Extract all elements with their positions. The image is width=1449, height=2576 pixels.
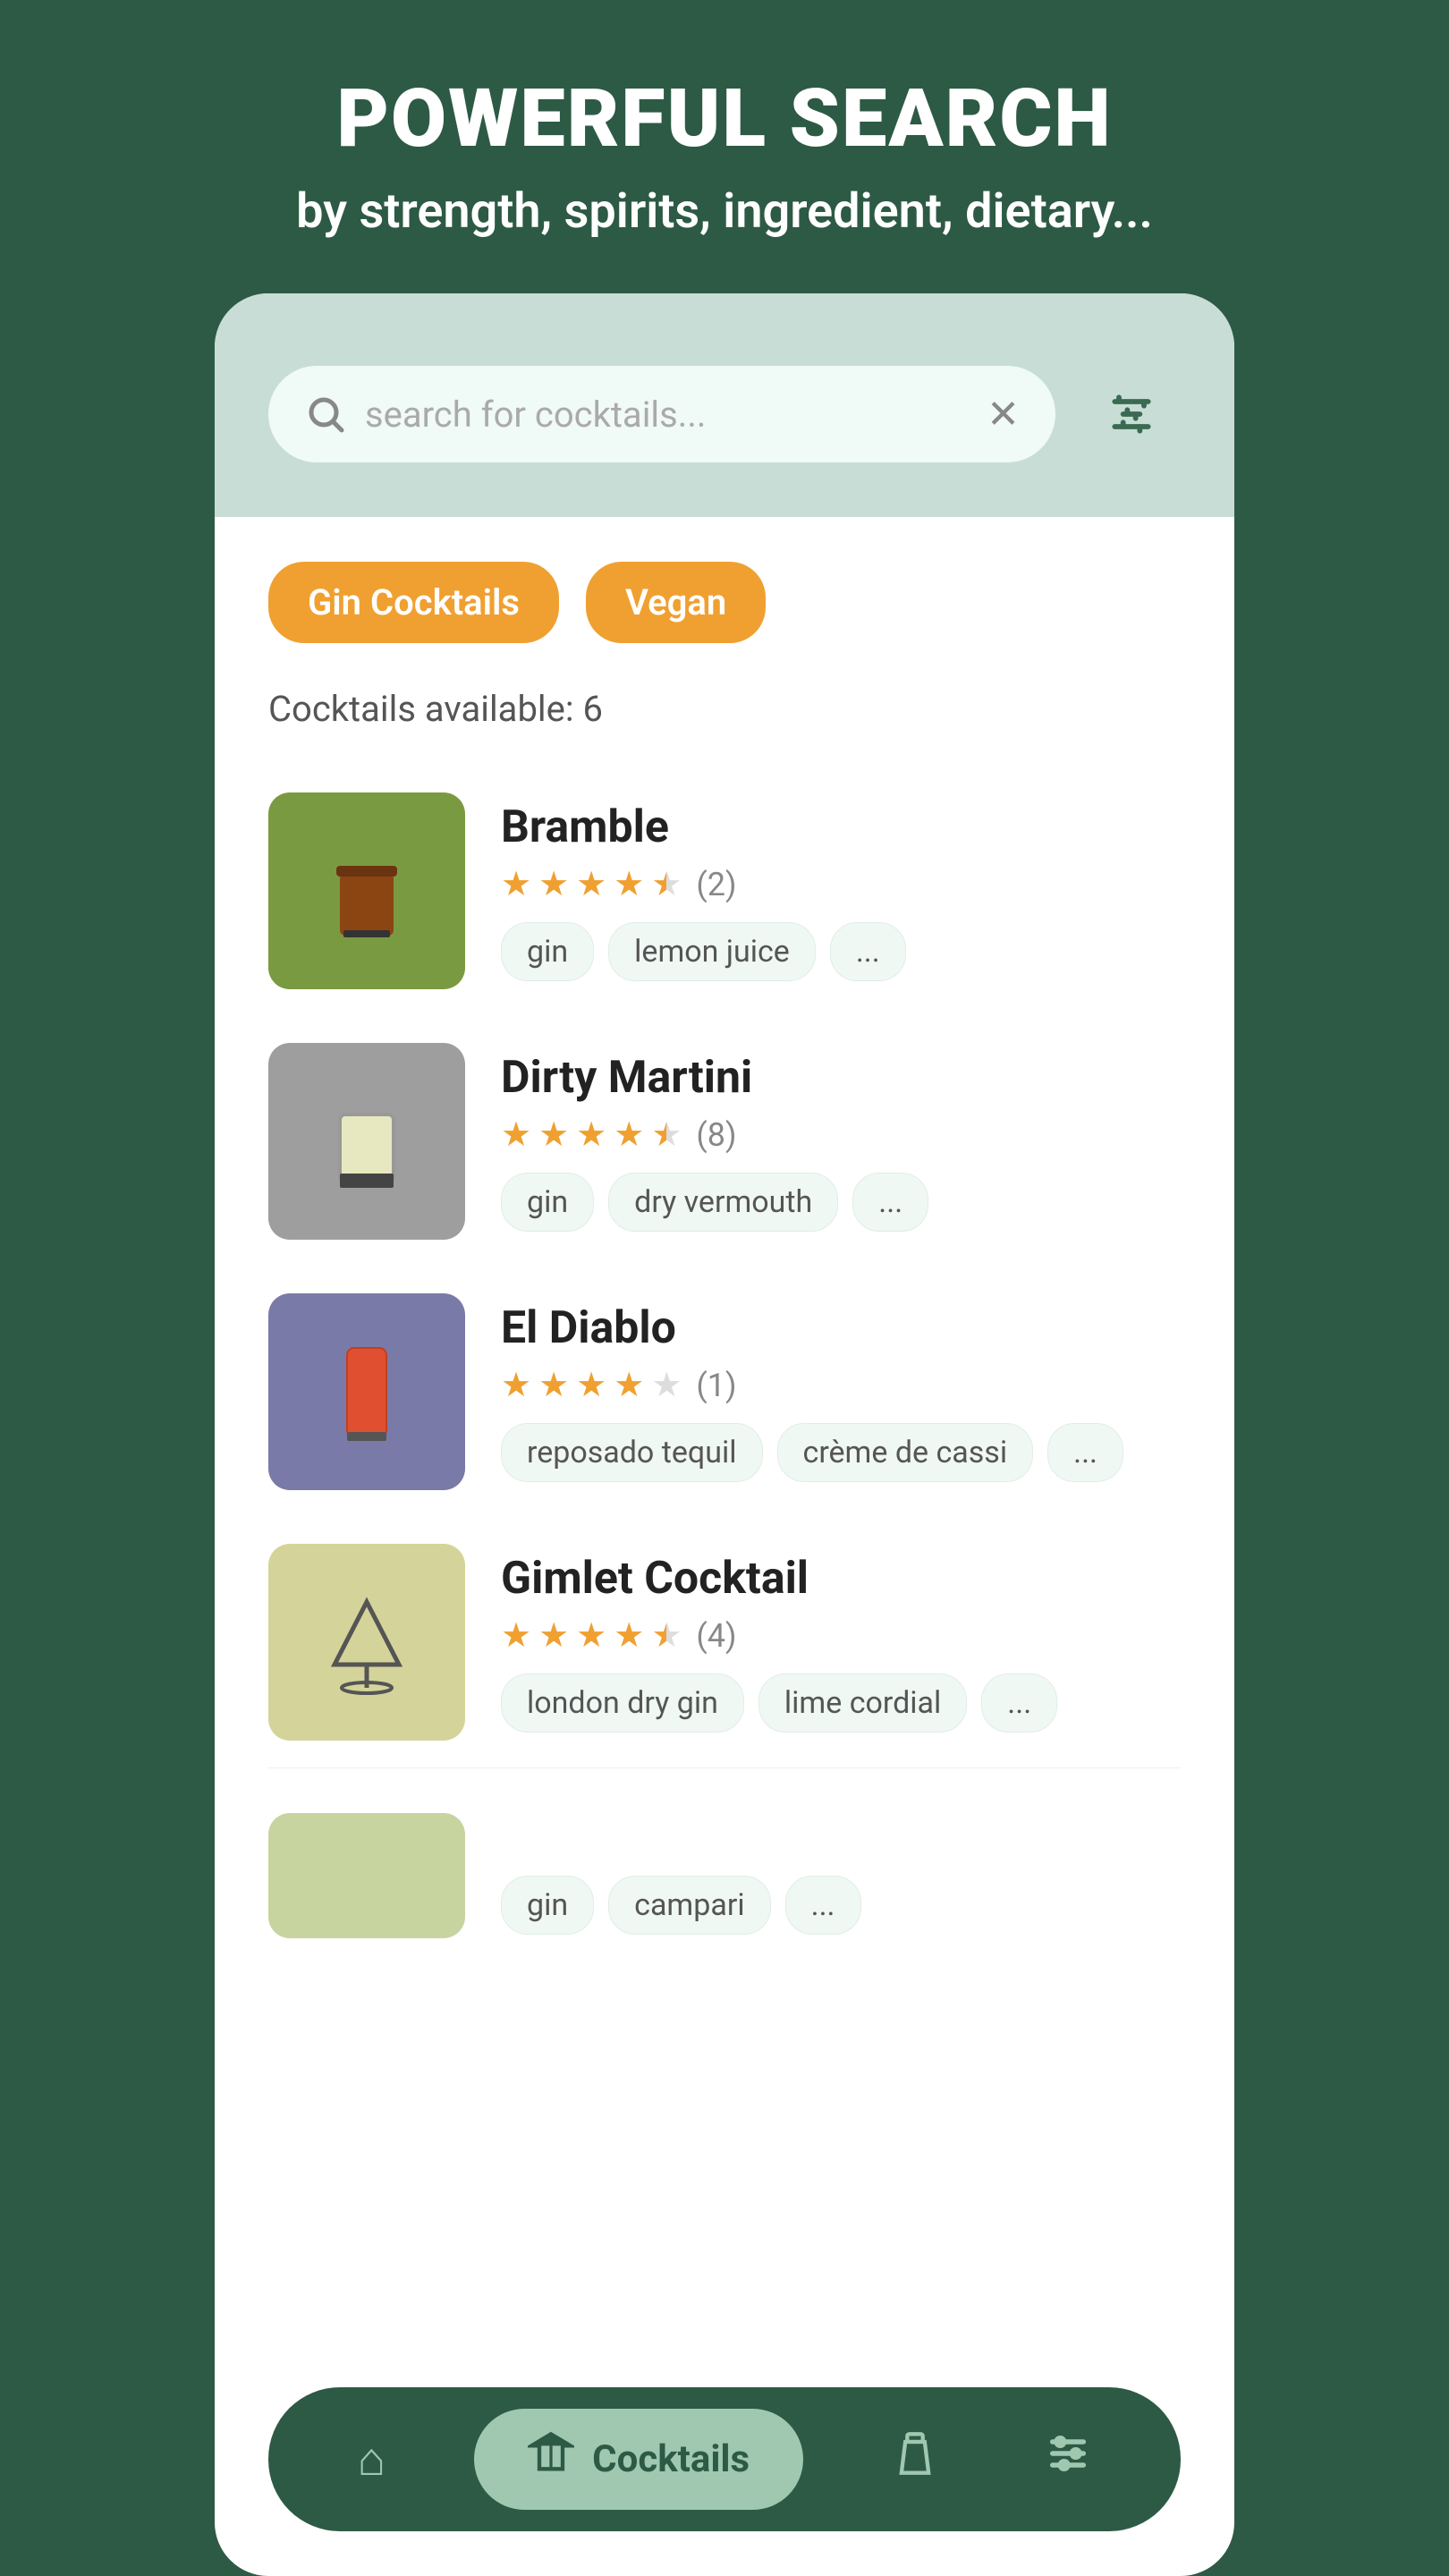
nav-item-filter[interactable] — [1027, 2412, 1109, 2506]
star-3: ★ — [576, 1615, 606, 1656]
star-3: ★ — [576, 864, 606, 904]
rating-count: (4) — [696, 1617, 736, 1655]
cocktail-info-bramble: Bramble ★ ★ ★ ★ ★ (2) gin lemon juice ..… — [501, 792, 1181, 981]
stars-row: ★ ★ ★ ★ ★ (2) — [501, 864, 1181, 904]
nav-item-spirits[interactable] — [874, 2412, 956, 2506]
main-title: POWERFUL SEARCH — [36, 72, 1413, 165]
tags-row: Gin Cocktails Vegan — [268, 562, 1181, 643]
rating-count: (8) — [696, 1116, 736, 1154]
search-input[interactable]: search for cocktails... — [365, 394, 969, 436]
rating-count: (2) — [696, 866, 736, 903]
sub-title: by strength, spirits, ingredient, dietar… — [36, 183, 1413, 240]
cocktail-thumbnail-dirty-martini — [268, 1043, 465, 1240]
ingredient-tag: crème de cassi — [777, 1423, 1034, 1482]
star-3: ★ — [576, 1114, 606, 1155]
star-4: ★ — [614, 864, 644, 904]
star-4: ★ — [614, 1615, 644, 1656]
filter-button[interactable] — [1082, 365, 1181, 463]
list-item[interactable]: Dirty Martini ★ ★ ★ ★ ★ (8) gin dry verm… — [268, 1016, 1181, 1267]
ingredient-tag: gin — [501, 1876, 594, 1935]
cocktail-thumbnail-bramble — [268, 792, 465, 989]
star-2: ★ — [538, 1365, 569, 1405]
star-1: ★ — [501, 1114, 531, 1155]
list-item[interactable]: El Diablo ★ ★ ★ ★ ★ (1) reposado tequil … — [268, 1267, 1181, 1517]
header-section: POWERFUL SEARCH by strength, spirits, in… — [0, 0, 1449, 293]
home-icon: ⌂ — [358, 2432, 386, 2487]
ingredient-tag: gin — [501, 1173, 594, 1232]
cocktail-name: Gimlet Cocktail — [501, 1553, 1181, 1605]
search-bar[interactable]: search for cocktails... ✕ — [268, 366, 1055, 462]
cocktail-thumbnail-gimlet — [268, 1544, 465, 1741]
cocktail-name: El Diablo — [501, 1302, 1181, 1354]
ingredient-tag: reposado tequil — [501, 1423, 763, 1482]
ingredient-tag: london dry gin — [501, 1674, 744, 1733]
cocktail-info-dirty-martini: Dirty Martini ★ ★ ★ ★ ★ (8) gin dry verm… — [501, 1043, 1181, 1232]
partial-cocktail-item: gin campari ... — [268, 1767, 1181, 1938]
cocktail-thumbnail-el-diablo — [268, 1293, 465, 1490]
star-1: ★ — [501, 1615, 531, 1656]
cocktail-info-gimlet: Gimlet Cocktail ★ ★ ★ ★ ★ (4) london dry… — [501, 1544, 1181, 1733]
results-area: Gin Cocktails Vegan Cocktails available:… — [215, 517, 1234, 2360]
tag-vegan[interactable]: Vegan — [586, 562, 766, 643]
cocktail-thumbnail-partial — [268, 1813, 465, 1938]
ingredient-tags: gin campari ... — [501, 1876, 1181, 1935]
star-half: ★ — [651, 1114, 682, 1155]
ingredient-tag: ... — [830, 922, 906, 981]
cocktails-label: Cocktails — [592, 2437, 750, 2481]
ingredient-tag: dry vermouth — [608, 1173, 838, 1232]
cocktails-icon — [528, 2430, 574, 2488]
star-1: ★ — [501, 864, 531, 904]
ingredient-tag: ... — [785, 1876, 861, 1935]
nav-item-cocktails[interactable]: Cocktails — [474, 2409, 803, 2510]
available-count: Cocktails available: 6 — [268, 688, 1181, 730]
spirits-icon — [892, 2430, 938, 2488]
clear-icon[interactable]: ✕ — [987, 391, 1020, 437]
star-3: ★ — [576, 1365, 606, 1405]
ingredient-tags: london dry gin lime cordial ... — [501, 1674, 1181, 1733]
list-item[interactable]: Gimlet Cocktail ★ ★ ★ ★ ★ (4) london dry… — [268, 1517, 1181, 1767]
star-4: ★ — [614, 1114, 644, 1155]
phone-container: search for cocktails... ✕ Gin Cocktails … — [215, 293, 1234, 2576]
star-2: ★ — [538, 1615, 569, 1656]
list-item[interactable]: Bramble ★ ★ ★ ★ ★ (2) gin lemon juice ..… — [268, 766, 1181, 1016]
cocktail-name: Dirty Martini — [501, 1052, 1181, 1104]
star-2: ★ — [538, 1114, 569, 1155]
nav-item-home[interactable]: ⌂ — [340, 2414, 403, 2504]
stars-row: ★ ★ ★ ★ ★ (1) — [501, 1365, 1181, 1405]
ingredient-tags: gin lemon juice ... — [501, 922, 1181, 981]
cocktail-info-partial: gin campari ... — [501, 1813, 1181, 1935]
star-half: ★ — [651, 1615, 682, 1656]
star-2: ★ — [538, 864, 569, 904]
ingredient-tag: lime cordial — [758, 1674, 967, 1733]
ingredient-tag: campari — [608, 1876, 770, 1935]
stars-row: ★ ★ ★ ★ ★ (4) — [501, 1615, 1181, 1656]
star-1: ★ — [501, 1365, 531, 1405]
search-icon — [304, 393, 347, 436]
ingredient-tag: ... — [852, 1173, 928, 1232]
ingredient-tag: ... — [981, 1674, 1057, 1733]
bottom-nav: ⌂ Cocktails — [268, 2387, 1181, 2531]
ingredient-tag: lemon juice — [608, 922, 816, 981]
star-empty: ★ — [651, 1365, 682, 1405]
ingredient-tags: gin dry vermouth ... — [501, 1173, 1181, 1232]
filter-nav-icon — [1045, 2430, 1091, 2488]
ingredient-tags: reposado tequil crème de cassi ... — [501, 1423, 1181, 1482]
ingredient-tag: ... — [1047, 1423, 1123, 1482]
search-area: search for cocktails... ✕ — [215, 293, 1234, 517]
cocktail-info-el-diablo: El Diablo ★ ★ ★ ★ ★ (1) reposado tequil … — [501, 1293, 1181, 1482]
cocktail-name: Bramble — [501, 801, 1181, 853]
star-4: ★ — [614, 1365, 644, 1405]
tag-gin-cocktails[interactable]: Gin Cocktails — [268, 562, 559, 643]
stars-row: ★ ★ ★ ★ ★ (8) — [501, 1114, 1181, 1155]
star-half: ★ — [651, 864, 682, 904]
cocktail-list: Bramble ★ ★ ★ ★ ★ (2) gin lemon juice ..… — [268, 766, 1181, 1938]
rating-count: (1) — [696, 1367, 736, 1404]
ingredient-tag: gin — [501, 922, 594, 981]
